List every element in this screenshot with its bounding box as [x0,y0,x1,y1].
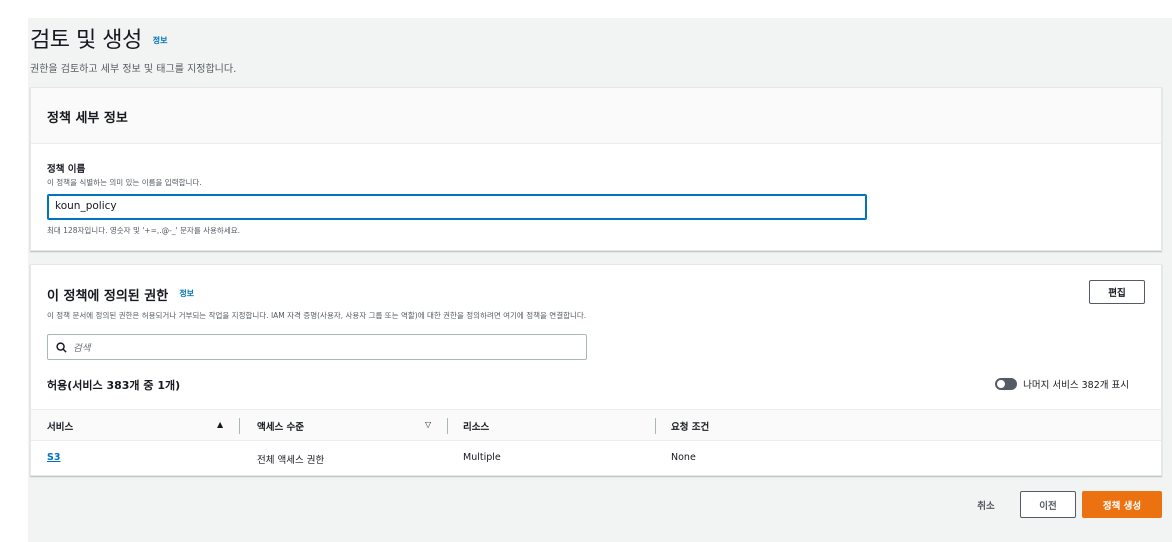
column-divider[interactable] [447,418,448,434]
cancel-button[interactable]: 취소 [966,491,1006,518]
access-level-cell: 전체 액세스 권한 [257,455,325,466]
column-access-level[interactable]: 액세스 수준 [257,419,304,433]
policy-name-field: 정책 이름 이 정책을 식별하는 의미 있는 이름을 입력합니다. koun_p… [31,144,1161,236]
permissions-heading: 이 정책에 정의된 권한 [47,289,169,304]
policy-details-heading: 정책 세부 정보 [31,88,1161,144]
service-link[interactable]: S3 [47,452,60,463]
column-resource[interactable]: 리소스 [463,419,489,433]
policy-details-panel: 정책 세부 정보 정책 이름 이 정책을 식별하는 의미 있는 이름을 입력합니… [30,87,1162,251]
edit-button[interactable]: 편집 [1089,280,1145,304]
column-service[interactable]: 서비스 [47,419,73,433]
previous-button[interactable]: 이전 [1020,491,1076,518]
policy-name-hint: 최대 128자입니다. 영숫자 및 '+=,.@-_' 문자를 사용하세요. [47,226,241,235]
column-divider[interactable] [655,418,656,434]
page-header: 검토 및 생성 정보 권한을 검토하고 세부 정보 및 태그를 지정합니다. [30,22,236,75]
show-remaining-toggle[interactable]: 나머지 서비스 382개 표시 [995,377,1129,391]
policy-name-label: 정책 이름 [47,164,86,175]
allow-title: 허용(서비스 383개 중 1개) [47,379,181,392]
policy-name-description: 이 정책을 식별하는 의미 있는 이름을 입력합니다. [47,178,202,187]
page-subtitle: 권한을 검토하고 세부 정보 및 태그를 지정합니다. [30,64,237,75]
column-condition[interactable]: 요청 조건 [671,419,709,433]
search-icon [56,341,67,353]
permissions-header: 이 정책에 정의된 권한 정보 [47,285,194,304]
create-policy-button[interactable]: 정책 생성 [1082,491,1162,518]
permissions-table: 서비스 ▲ 액세스 수준 ▽ 리소스 요청 조건 S3 전체 액세스 권한 Mu… [31,409,1161,475]
sort-desc-icon[interactable]: ▽ [425,420,431,429]
policy-name-input[interactable]: koun_policy [47,194,867,220]
permissions-description: 이 정책 문서에 정의된 권한은 허용되거나 거부되는 작업을 지정합니다. I… [47,311,587,320]
search-input[interactable]: 검색 [47,334,587,360]
search-placeholder: 검색 [73,343,91,354]
table-header: 서비스 ▲ 액세스 수준 ▽ 리소스 요청 조건 [31,409,1161,441]
resource-cell: Multiple [463,452,501,463]
sort-asc-icon[interactable]: ▲ [217,420,223,429]
toggle-icon[interactable] [995,378,1018,390]
table-row: S3 전체 액세스 권한 Multiple None [31,441,1161,475]
column-divider[interactable] [239,418,240,434]
condition-cell: None [671,452,696,463]
permissions-info-link[interactable]: 정보 [179,289,194,298]
info-link[interactable]: 정보 [153,36,168,45]
permissions-panel: 이 정책에 정의된 권한 정보 이 정책 문서에 정의된 권한은 허용되거나 거… [30,264,1162,476]
page-title: 검토 및 생성 [30,28,142,53]
toggle-label: 나머지 서비스 382개 표시 [1023,380,1129,391]
